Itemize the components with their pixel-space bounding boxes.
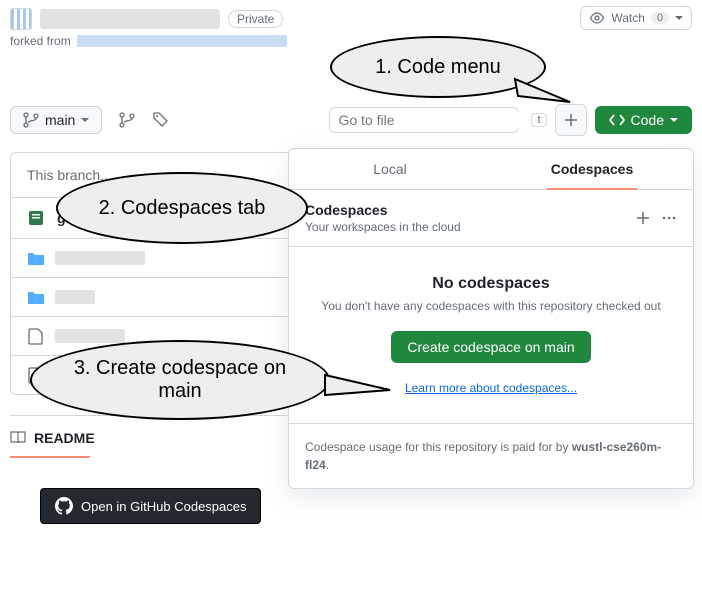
chevron-down-icon	[670, 118, 678, 122]
top-right-actions: Watch 0	[580, 6, 692, 30]
file-name	[55, 329, 125, 343]
branch-selector[interactable]: main	[10, 106, 102, 134]
toolbar: main t Code	[0, 96, 702, 144]
file-name	[55, 251, 145, 265]
codespaces-add-button[interactable]	[635, 210, 651, 226]
book-icon	[10, 430, 26, 446]
repo-name-placeholder	[40, 9, 220, 29]
kebab-icon	[661, 210, 677, 226]
file-search-input[interactable]	[338, 112, 519, 128]
github-icon	[55, 497, 73, 515]
toolbar-left: main	[10, 106, 170, 134]
chevron-down-icon	[81, 118, 89, 122]
codespaces-more-button[interactable]	[661, 210, 677, 226]
git-branch-icon	[23, 112, 39, 128]
git-branch-icon	[119, 112, 135, 128]
file-name	[55, 290, 95, 304]
code-icon	[609, 112, 625, 128]
tab-codespaces[interactable]: Codespaces	[491, 149, 693, 189]
section-subtitle: Your workspaces in the cloud	[305, 220, 461, 234]
add-file-button[interactable]	[555, 104, 587, 136]
file-name: github...	[57, 210, 111, 226]
codespaces-section-header: Codespaces Your workspaces in the cloud	[289, 190, 693, 247]
file-icon	[27, 366, 45, 384]
repo-avatar	[10, 8, 32, 30]
badge-label: Open in GitHub Codespaces	[81, 499, 246, 514]
tab-local[interactable]: Local	[289, 149, 491, 189]
toolbar-right: t Code	[329, 104, 692, 136]
tags-icon-button[interactable]	[152, 111, 170, 129]
codespaces-empty-state: No codespaces You don't have any codespa…	[289, 247, 693, 424]
folder-icon	[27, 249, 45, 267]
dropdown-tabs: Local Codespaces	[289, 149, 693, 190]
codespaces-footer: Codespace usage for this repository is p…	[289, 424, 693, 488]
readme-underline	[10, 456, 90, 458]
plus-icon	[563, 112, 579, 128]
watch-button[interactable]: Watch 0	[580, 6, 692, 30]
fork-link-placeholder[interactable]	[77, 35, 287, 47]
learn-more-link[interactable]: Learn more about codespaces...	[319, 381, 663, 395]
code-button-label: Code	[631, 112, 664, 128]
kbd-shortcut: t	[531, 113, 546, 127]
open-codespaces-badge[interactable]: Open in GitHub Codespaces	[40, 488, 261, 524]
empty-subtitle: You don't have any codespaces with this …	[319, 299, 663, 313]
chevron-down-icon	[675, 16, 683, 20]
privacy-badge: Private	[228, 10, 283, 28]
create-codespace-button[interactable]: Create codespace on main	[391, 331, 590, 363]
readme-label: README	[34, 430, 95, 446]
empty-title: No codespaces	[319, 275, 663, 293]
file-icon	[27, 327, 45, 345]
footer-prefix: Codespace usage for this repository is p…	[305, 440, 572, 454]
folder-icon	[27, 288, 45, 306]
forked-from-label: forked from	[10, 34, 71, 48]
watch-label: Watch	[611, 11, 645, 25]
repo-icon	[27, 208, 47, 228]
plus-icon	[635, 210, 651, 226]
section-title: Codespaces	[305, 202, 461, 218]
branch-name: main	[45, 112, 75, 128]
eye-icon	[589, 10, 605, 26]
file-name	[55, 368, 115, 382]
branches-icon-button[interactable]	[118, 111, 136, 129]
code-dropdown: Local Codespaces Codespaces Your workspa…	[288, 148, 694, 489]
fork-line: forked from	[10, 34, 692, 48]
code-menu-button[interactable]: Code	[595, 106, 692, 134]
watch-count: 0	[651, 12, 669, 24]
file-search[interactable]	[329, 107, 519, 133]
tag-icon	[153, 112, 169, 128]
